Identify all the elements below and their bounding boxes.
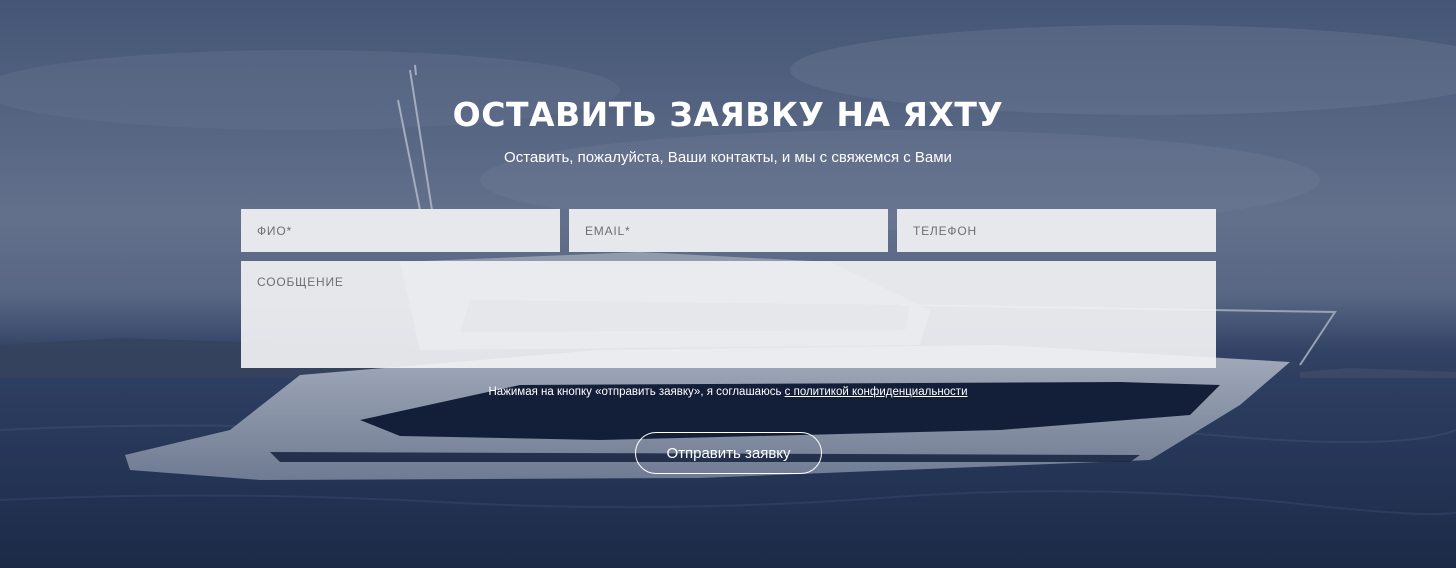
consent-note: Нажимая на кнопку «отправить заявку», я …: [0, 385, 1456, 399]
message-field[interactable]: [241, 261, 1216, 368]
request-form: ОСТАВИТЬ ЗАЯВКУ НА ЯХТУ Оставить, пожалу…: [0, 0, 1456, 568]
phone-field[interactable]: [897, 209, 1216, 252]
request-section: ОСТАВИТЬ ЗАЯВКУ НА ЯХТУ Оставить, пожалу…: [0, 0, 1456, 568]
submit-button[interactable]: Отправить заявку: [635, 432, 822, 474]
form-title: ОСТАВИТЬ ЗАЯВКУ НА ЯХТУ: [452, 95, 1004, 134]
form-subtitle: Оставить, пожалуйста, Ваши контакты, и м…: [504, 149, 952, 166]
consent-text: Нажимая на кнопку «отправить заявку», я …: [488, 386, 785, 398]
privacy-policy-link[interactable]: с политикой конфиденциальности: [785, 386, 968, 398]
email-field[interactable]: [569, 209, 888, 252]
fio-field[interactable]: [241, 209, 560, 252]
